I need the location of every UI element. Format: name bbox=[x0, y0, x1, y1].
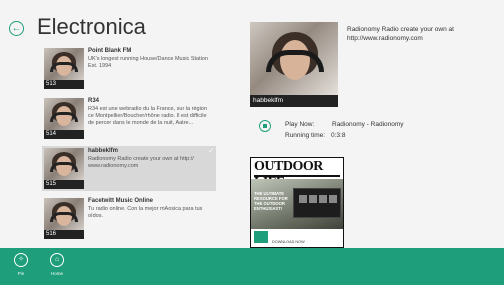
station-thumbnail: 516 bbox=[44, 198, 84, 239]
station-number: 514 bbox=[44, 130, 84, 139]
pin-button[interactable]: ✧ Pin bbox=[6, 253, 36, 276]
back-button[interactable]: ← bbox=[9, 21, 24, 36]
station-number: 515 bbox=[44, 180, 84, 189]
app-bar: ✧ Pin ⌂ Home bbox=[0, 248, 504, 285]
station-name: habbeklfm bbox=[88, 148, 119, 154]
station-description: Radionomy Radio create your own at http:… bbox=[88, 156, 194, 169]
pin-icon: ✧ bbox=[14, 253, 28, 267]
stop-button[interactable] bbox=[259, 120, 271, 132]
station-name: Point Blank FM bbox=[88, 48, 132, 54]
list-item[interactable]: 516 Facetwitt Music Online Tu radio onli… bbox=[42, 196, 216, 241]
ad-download-text: DOWNLOAD NOW bbox=[272, 240, 305, 244]
home-button[interactable]: ⌂ Home bbox=[42, 253, 72, 276]
store-icon bbox=[254, 231, 268, 243]
pin-label: Pin bbox=[17, 271, 25, 276]
play-now-label: Play Now: bbox=[285, 121, 315, 128]
back-arrow-icon: ← bbox=[11, 22, 22, 34]
list-item[interactable]: 515 habbeklfm Radionomy Radio create you… bbox=[42, 146, 216, 191]
stop-icon bbox=[263, 124, 267, 128]
station-number: 516 bbox=[44, 230, 84, 239]
running-time-label: Running time: bbox=[285, 132, 326, 139]
home-label: Home bbox=[50, 271, 63, 276]
tablet-device-image bbox=[293, 188, 341, 218]
running-time-value: 0:3:8 bbox=[331, 132, 346, 139]
now-playing-artwork: habbeklfm bbox=[250, 22, 338, 107]
station-thumbnail: 513 bbox=[44, 48, 84, 89]
play-now-value: Radionomy - Radionomy bbox=[332, 121, 404, 128]
page-title: Electronica bbox=[37, 14, 146, 39]
station-thumbnail: 514 bbox=[44, 98, 84, 139]
station-description: R34 est une webradio du la France, sur l… bbox=[88, 106, 207, 126]
station-thumbnail: 515 bbox=[44, 148, 84, 189]
station-description: Tu radio online. Con la mejor mAosica pa… bbox=[88, 206, 203, 219]
checkmark-icon: ✓ bbox=[208, 148, 214, 155]
list-item[interactable]: 514 R34 R34 est une webradio du la Franc… bbox=[42, 96, 216, 141]
artwork-caption: habbeklfm bbox=[250, 95, 338, 107]
now-playing-description: Radionomy Radio create your own at http:… bbox=[347, 26, 454, 42]
station-description: UK's longest running House/Dance Music S… bbox=[88, 56, 208, 69]
station-name: R34 bbox=[88, 98, 100, 104]
station-number: 513 bbox=[44, 80, 84, 89]
advertisement[interactable]: OUTDOOR LIFE THE ULTIMATE RESOURCE FOR T… bbox=[250, 157, 344, 248]
station-name: Facetwitt Music Online bbox=[88, 198, 154, 204]
list-item[interactable]: 513 Point Blank FM UK's longest running … bbox=[42, 46, 216, 91]
ad-tagline: THE ULTIMATE RESOURCE FOR THE OUTDOOR EN… bbox=[254, 191, 288, 211]
home-icon: ⌂ bbox=[50, 253, 64, 267]
